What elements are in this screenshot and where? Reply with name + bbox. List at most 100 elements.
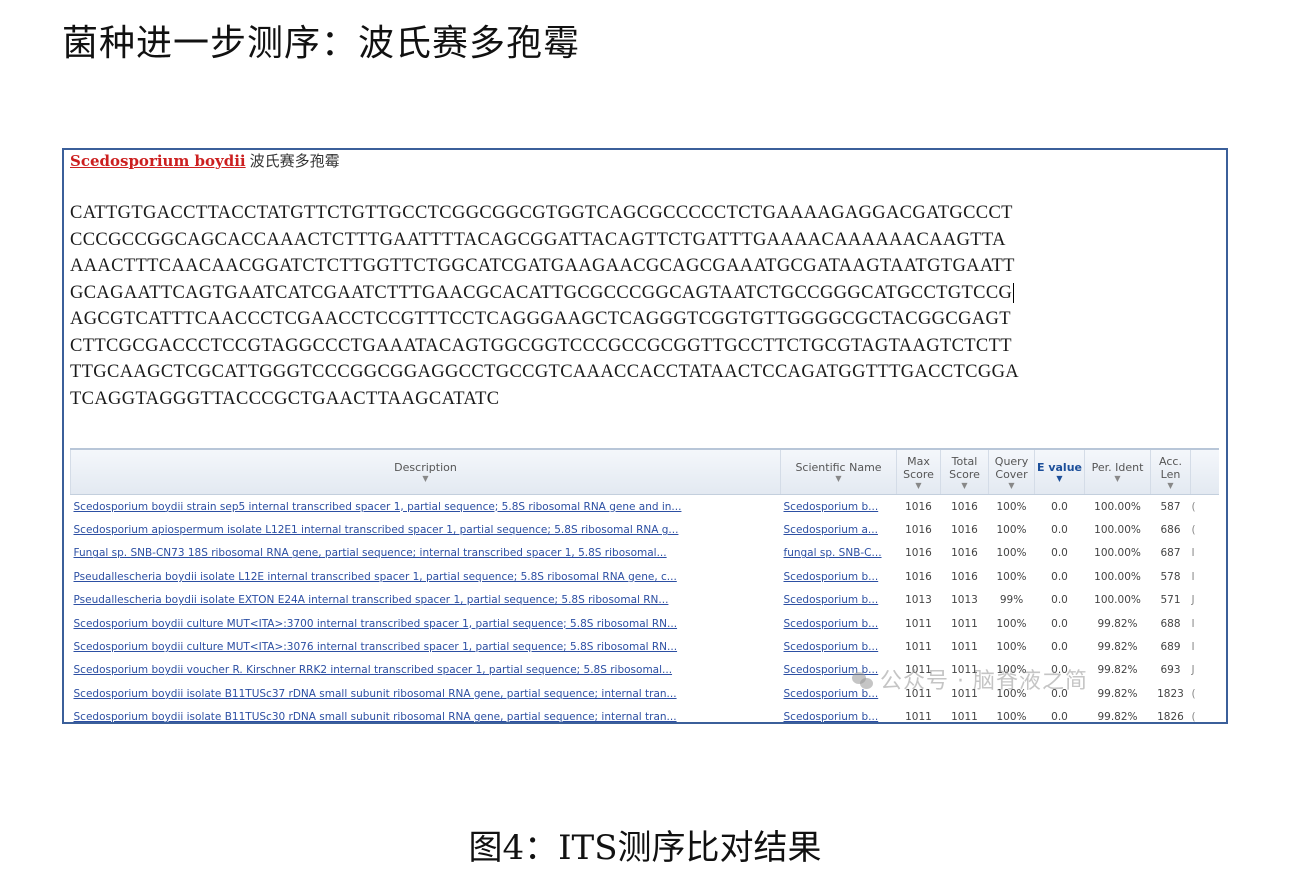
sequence-line: CCCGCCGGCAGCACCAAACTCTTTGAATTTTACAGCGGAT… — [70, 229, 1006, 250]
sort-arrow-icon: ▼ — [1056, 474, 1063, 483]
query-cover-cell: 100% — [996, 500, 1027, 513]
column-header-description[interactable]: Description ▼ — [70, 448, 781, 495]
scientific-name-link[interactable]: Scedosporium b... — [781, 635, 897, 658]
acc-len-cell: 578 — [1160, 570, 1181, 583]
per-ident-cell: 100.00% — [1094, 524, 1141, 537]
watermark-text: 公众号 · 脑脊液之简 — [880, 669, 1088, 694]
scientific-name-link[interactable]: Scedosporium b... — [781, 495, 897, 519]
table-row[interactable]: Scedosporium boydii strain sep5 internal… — [71, 495, 1219, 519]
description-link[interactable]: Fungal sp. SNB-CN73 18S ribosomal RNA ge… — [71, 542, 781, 565]
scientific-name-link[interactable]: Scedosporium a... — [781, 518, 897, 541]
per-ident-cell: 99.82% — [1097, 641, 1138, 654]
per-ident-cell: 100.00% — [1094, 547, 1141, 560]
sort-arrow-icon: ▼ — [1114, 474, 1121, 483]
truncated-cell: ( — [1191, 500, 1196, 513]
species-latin-name[interactable]: Scedosporium boydii — [70, 152, 246, 170]
sequence-line: TCAGGTAGGGTTACCCGCTGAACTTAAGCATATC — [70, 388, 500, 409]
total-score-cell: 1013 — [951, 594, 978, 607]
figure-caption: 图4：ITS测序比对结果 — [468, 828, 822, 868]
truncated-cell: I — [1191, 641, 1195, 654]
scientific-name-link[interactable]: Scedosporium b... — [781, 565, 897, 588]
description-link[interactable]: Scedosporium boydii strain sep5 internal… — [71, 495, 781, 519]
per-ident-cell: 99.82% — [1097, 617, 1138, 630]
scientific-name-link[interactable]: fungal sp. SNB-C... — [781, 542, 897, 565]
table-row[interactable]: Scedosporium boydii culture MUT<ITA>:370… — [71, 612, 1219, 635]
table-row[interactable]: Fungal sp. SNB-CN73 18S ribosomal RNA ge… — [71, 542, 1219, 565]
truncated-cell: I — [1191, 547, 1195, 560]
acc-len-cell: 687 — [1160, 547, 1181, 560]
per-ident-cell: 100.00% — [1094, 500, 1141, 513]
description-link[interactable]: Pseudallescheria boydii isolate EXTON E2… — [71, 589, 781, 612]
acc-len-cell: 1823 — [1157, 687, 1184, 700]
max-score-cell: 1011 — [905, 617, 932, 630]
acc-len-cell: 587 — [1160, 500, 1181, 513]
e-value-cell: 0.0 — [1051, 524, 1068, 537]
e-value-cell: 0.0 — [1051, 617, 1068, 630]
sort-arrow-icon: ▼ — [1167, 480, 1174, 490]
sort-arrow-icon: ▼ — [915, 480, 922, 490]
max-score-cell: 1016 — [905, 570, 932, 583]
sort-arrow-icon: ▼ — [961, 480, 968, 490]
table-row[interactable]: Pseudallescheria boydii isolate L12E int… — [71, 565, 1219, 588]
acc-len-cell: 693 — [1160, 664, 1181, 677]
per-ident-cell: 100.00% — [1094, 594, 1141, 607]
description-link[interactable]: Scedosporium apiospermum isolate L12E1 i… — [71, 518, 781, 541]
column-header-total-score[interactable]: Total Score ▼ — [940, 448, 989, 495]
wechat-icon — [852, 672, 874, 690]
total-score-cell: 1011 — [951, 617, 978, 630]
total-score-cell: 1011 — [951, 641, 978, 654]
sort-arrow-icon: ▼ — [422, 474, 429, 483]
table-row[interactable]: Pseudallescheria boydii isolate EXTON E2… — [71, 589, 1219, 612]
total-score-cell: 1016 — [951, 500, 978, 513]
column-header-scientific-name[interactable]: Scientific Name ▼ — [780, 448, 897, 495]
description-link[interactable]: Scedosporium boydii culture MUT<ITA>:307… — [71, 635, 781, 658]
description-link[interactable]: Scedosporium boydii voucher R. Kirschner… — [71, 659, 781, 682]
query-cover-cell: 99% — [999, 594, 1024, 607]
total-score-cell: 1016 — [951, 524, 978, 537]
description-link[interactable]: Scedosporium boydii isolate B11TUSc37 rD… — [71, 682, 781, 705]
column-header-e-value[interactable]: E value ▼ — [1034, 448, 1085, 495]
its-sequence: CATTGTGACCTTACCTATGTTCTGTTGCCTCGGCGGCGTG… — [70, 200, 1220, 412]
acc-len-cell: 688 — [1160, 617, 1181, 630]
truncated-cell: ( — [1191, 687, 1196, 700]
e-value-cell: 0.0 — [1051, 711, 1068, 724]
sequence-line: AAACTTTCAACAACGGATCTCTTGGTTCTGGCATCGATGA… — [70, 256, 1015, 276]
truncated-cell: J — [1191, 594, 1195, 607]
acc-len-cell: 686 — [1160, 524, 1181, 537]
per-ident-cell: 100.00% — [1094, 570, 1141, 583]
query-cover-cell: 100% — [996, 524, 1027, 537]
sequence-line: TTGCAAGCTCGCATTGGGTCCCGGCGGAGGCCTGCCGTCA… — [70, 362, 1020, 382]
column-header-per-ident[interactable]: Per. Ident ▼ — [1084, 448, 1151, 495]
text-cursor — [1013, 283, 1015, 304]
e-value-cell: 0.0 — [1051, 641, 1068, 654]
scientific-name-link[interactable]: Scedosporium b... — [781, 706, 897, 722]
per-ident-cell: 99.82% — [1097, 664, 1138, 677]
column-header-extra — [1190, 448, 1219, 495]
description-link[interactable]: Scedosporium boydii isolate B11TUSc30 rD… — [71, 706, 781, 722]
table-row[interactable]: Scedosporium boydii isolate B11TUSc30 rD… — [71, 706, 1219, 724]
max-score-cell: 1016 — [905, 500, 932, 513]
table-header-row: Description ▼ Scientific Name ▼ Max Score ▼… — [70, 448, 1219, 495]
e-value-cell: 0.0 — [1051, 594, 1068, 607]
total-score-cell: 1011 — [951, 711, 978, 724]
scientific-name-link[interactable]: Scedosporium b... — [781, 612, 897, 635]
query-cover-cell: 100% — [996, 641, 1027, 654]
table-row[interactable]: Scedosporium boydii culture MUT<ITA>:307… — [71, 635, 1219, 658]
species-chinese-name: 波氏赛多孢霉 — [249, 152, 340, 170]
total-score-cell: 1016 — [951, 547, 978, 560]
sequence-line: GCAGAATTCAGTGAATCATCGAATCTTTGAACGCACATTG… — [70, 280, 1220, 307]
its-result-figure: Scedosporium boydii 波氏赛多孢霉 CATTGTGACCTTAC… — [62, 148, 1228, 724]
query-cover-cell: 100% — [996, 547, 1027, 560]
column-header-query-cover[interactable]: Query Cover ▼ — [988, 448, 1035, 495]
description-link[interactable]: Scedosporium boydii culture MUT<ITA>:370… — [71, 612, 781, 635]
max-score-cell: 1016 — [905, 524, 932, 537]
scientific-name-link[interactable]: Scedosporium b... — [781, 589, 897, 612]
max-score-cell: 1011 — [905, 711, 932, 724]
column-header-max-score[interactable]: Max Score ▼ — [896, 448, 941, 495]
slide-title: 菌种进一步测序：波氏赛多孢霉 — [62, 23, 581, 64]
e-value-cell: 0.0 — [1051, 500, 1068, 513]
truncated-cell: I — [1191, 617, 1195, 630]
table-row[interactable]: Scedosporium apiospermum isolate L12E1 i… — [71, 518, 1219, 541]
column-header-acc-len[interactable]: Acc. Len ▼ — [1150, 448, 1191, 495]
description-link[interactable]: Pseudallescheria boydii isolate L12E int… — [71, 565, 781, 588]
